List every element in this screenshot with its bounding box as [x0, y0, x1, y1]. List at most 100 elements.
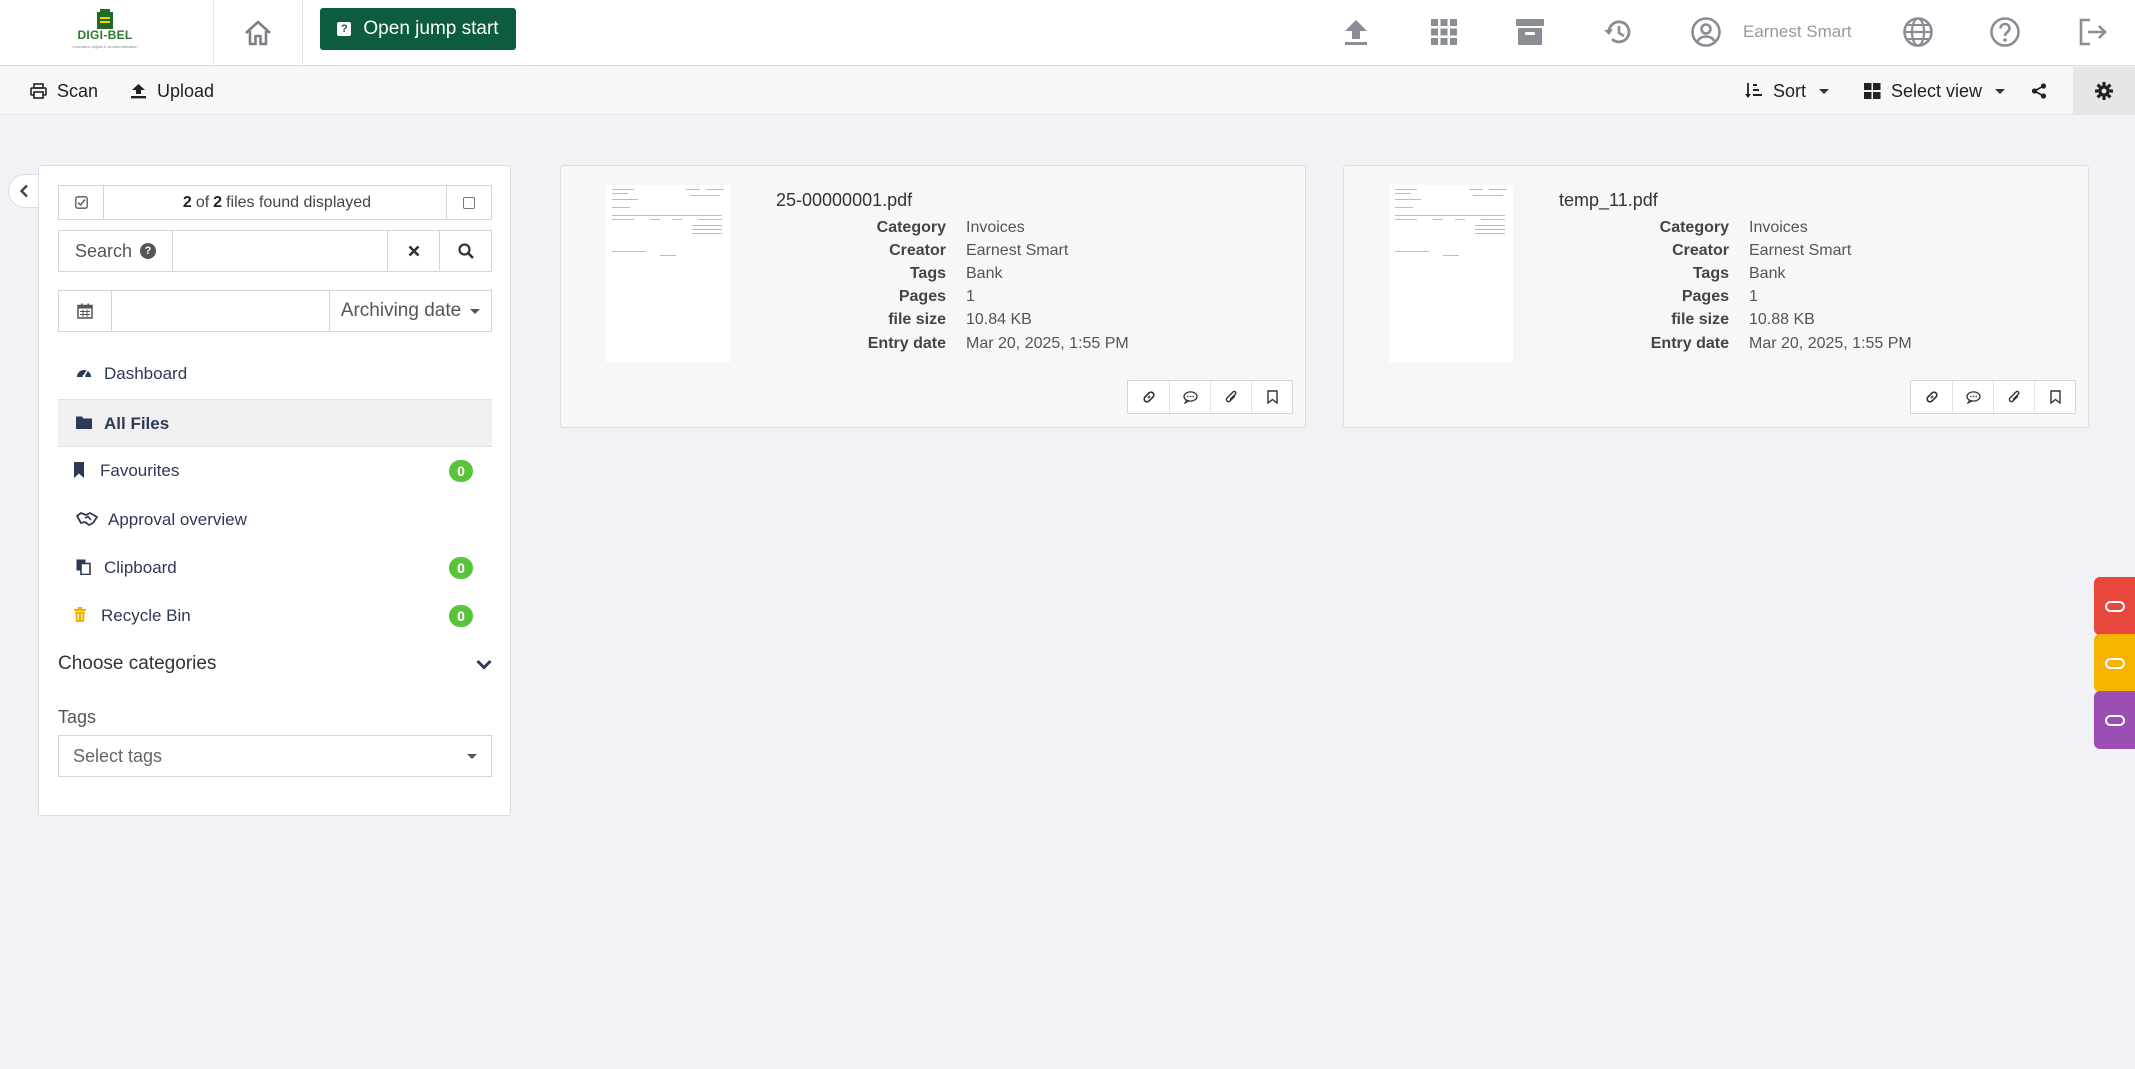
- chevron-down-icon: [476, 659, 492, 670]
- language-button[interactable]: [1900, 14, 1936, 50]
- home-button[interactable]: [214, 0, 303, 65]
- printer-icon: [30, 83, 47, 99]
- paperclip-icon: [1225, 390, 1237, 402]
- sidebar-item-recycle-bin[interactable]: Recycle Bin 0: [58, 592, 492, 640]
- meta-file-size: file size 10.88 KB: [1559, 311, 2059, 334]
- attachments-button[interactable]: [1993, 381, 2034, 413]
- recycle-bin-count-badge: 0: [449, 605, 473, 627]
- file-count-bar: 2 of 2 files found displayed: [58, 185, 492, 220]
- sidebar-item-clipboard[interactable]: Clipboard 0: [58, 544, 492, 592]
- logout-icon: [2079, 18, 2107, 46]
- globe-icon: [1903, 17, 1933, 47]
- meta-label: file size: [888, 311, 946, 328]
- choose-categories-label: Choose categories: [58, 653, 217, 674]
- folder-icon: [76, 416, 92, 429]
- search-input[interactable]: [173, 231, 387, 271]
- tags-label: Tags: [58, 707, 97, 727]
- search-label: Search ?: [59, 231, 173, 271]
- notification-tab-red[interactable]: [2094, 577, 2135, 635]
- history-button[interactable]: [1600, 14, 1636, 50]
- attachments-button[interactable]: [1210, 381, 1251, 413]
- notification-tab-purple[interactable]: [2094, 691, 2135, 749]
- sidebar-item-approval-overview[interactable]: Approval overview: [58, 496, 492, 544]
- logo-icon: [97, 9, 113, 29]
- sidebar-item-favourites[interactable]: Favourites 0: [58, 447, 492, 495]
- share-button[interactable]: [2031, 67, 2047, 115]
- count-suffix: files found displayed: [226, 193, 372, 211]
- scan-button[interactable]: Scan: [30, 67, 98, 115]
- document-thumbnail[interactable]: [1389, 185, 1513, 362]
- collapse-sidebar-button[interactable]: [8, 174, 40, 208]
- file-name[interactable]: temp_11.pdf: [1559, 190, 1658, 211]
- sidebar-item-label: Approval overview: [108, 510, 247, 529]
- apps-grid-button[interactable]: [1426, 14, 1462, 50]
- meta-value: Earnest Smart: [1749, 242, 1852, 259]
- search-help-icon[interactable]: ?: [140, 243, 157, 259]
- close-icon: [408, 245, 419, 257]
- search-button[interactable]: [439, 231, 491, 271]
- document-thumbnail[interactable]: [606, 185, 730, 362]
- file-name[interactable]: 25-00000001.pdf: [776, 190, 912, 211]
- caret-down-icon: [1819, 88, 1830, 94]
- select-view-dropdown[interactable]: Select view: [1864, 67, 2006, 115]
- deselect-all-checkbox[interactable]: [446, 186, 491, 219]
- count-of: of: [195, 193, 210, 211]
- meta-entry-date: Entry date Mar 20, 2025, 1:55 PM: [1559, 335, 2059, 358]
- date-field-dropdown[interactable]: Archiving date: [329, 291, 491, 331]
- chevron-left-icon: [19, 184, 28, 198]
- comments-button[interactable]: [1169, 381, 1210, 413]
- logo[interactable]: DIGI-BEL innovation digital & dematerial…: [0, 0, 214, 65]
- copy-link-button[interactable]: [1128, 381, 1169, 413]
- filter-sidebar: 2 of 2 files found displayed Search ? Ar…: [38, 165, 511, 816]
- file-card[interactable]: temp_11.pdf Category Invoices Creator Ea…: [1343, 165, 2089, 428]
- meta-label: Tags: [909, 265, 946, 282]
- meta-value: 10.84 KB: [966, 311, 1032, 328]
- notification-tab-yellow[interactable]: [2094, 634, 2135, 692]
- open-jump-start-button[interactable]: ? Open jump start: [320, 8, 516, 50]
- sidebar-item-label: Recycle Bin: [101, 606, 191, 625]
- logout-button[interactable]: [2075, 14, 2111, 50]
- gear-icon: [2095, 82, 2113, 100]
- clear-search-button[interactable]: [387, 231, 439, 271]
- calendar-button[interactable]: [59, 291, 112, 331]
- upload-arrow-icon: [1345, 20, 1367, 45]
- sort-dropdown[interactable]: Sort: [1745, 67, 1830, 115]
- meta-label: Tags: [1692, 265, 1729, 282]
- calendar-icon: [77, 303, 93, 319]
- meta-entry-date: Entry date Mar 20, 2025, 1:55 PM: [776, 335, 1276, 358]
- upload-nav-button[interactable]: [1338, 14, 1374, 50]
- sidebar-item-label: All Files: [104, 414, 170, 433]
- square-icon: [463, 196, 475, 209]
- comments-button[interactable]: [1952, 381, 1993, 413]
- upload-button[interactable]: Upload: [130, 67, 214, 115]
- copy-icon: [76, 559, 91, 575]
- file-actions: [1127, 380, 1293, 414]
- help-button[interactable]: [1987, 14, 2023, 50]
- date-field-label: Archiving date: [340, 300, 462, 321]
- meta-label: file size: [1671, 311, 1729, 328]
- meta-creator: Creator Earnest Smart: [776, 242, 1276, 265]
- grid-icon: [1431, 19, 1457, 45]
- shown-count: 2: [182, 193, 192, 211]
- settings-button[interactable]: [2073, 67, 2135, 115]
- archive-button[interactable]: [1512, 14, 1548, 50]
- meta-value: 1: [1749, 288, 1758, 305]
- sidebar-item-dashboard[interactable]: Dashboard: [58, 350, 492, 398]
- choose-categories-toggle[interactable]: Choose categories: [58, 650, 492, 678]
- meta-label: Entry date: [1650, 335, 1729, 352]
- tags-select[interactable]: Select tags: [58, 735, 492, 777]
- pill-icon: [2104, 600, 2125, 612]
- user-account-button[interactable]: [1688, 14, 1724, 50]
- bookmark-button[interactable]: [2034, 381, 2075, 413]
- date-input[interactable]: [112, 291, 329, 331]
- logo-tagline: innovation digital & dematerialisation: [72, 44, 138, 49]
- select-all-button[interactable]: [59, 186, 104, 219]
- select-view-label: Select view: [1891, 80, 1983, 101]
- file-card[interactable]: 25-00000001.pdf Category Invoices Creato…: [560, 165, 1306, 428]
- dashboard-gauge-icon: [77, 370, 91, 378]
- user-name[interactable]: Earnest Smart: [1743, 22, 1852, 42]
- sidebar-item-all-files[interactable]: All Files: [58, 399, 492, 447]
- copy-link-button[interactable]: [1911, 381, 1952, 413]
- bookmark-button[interactable]: [1251, 381, 1292, 413]
- search-icon: [457, 243, 474, 259]
